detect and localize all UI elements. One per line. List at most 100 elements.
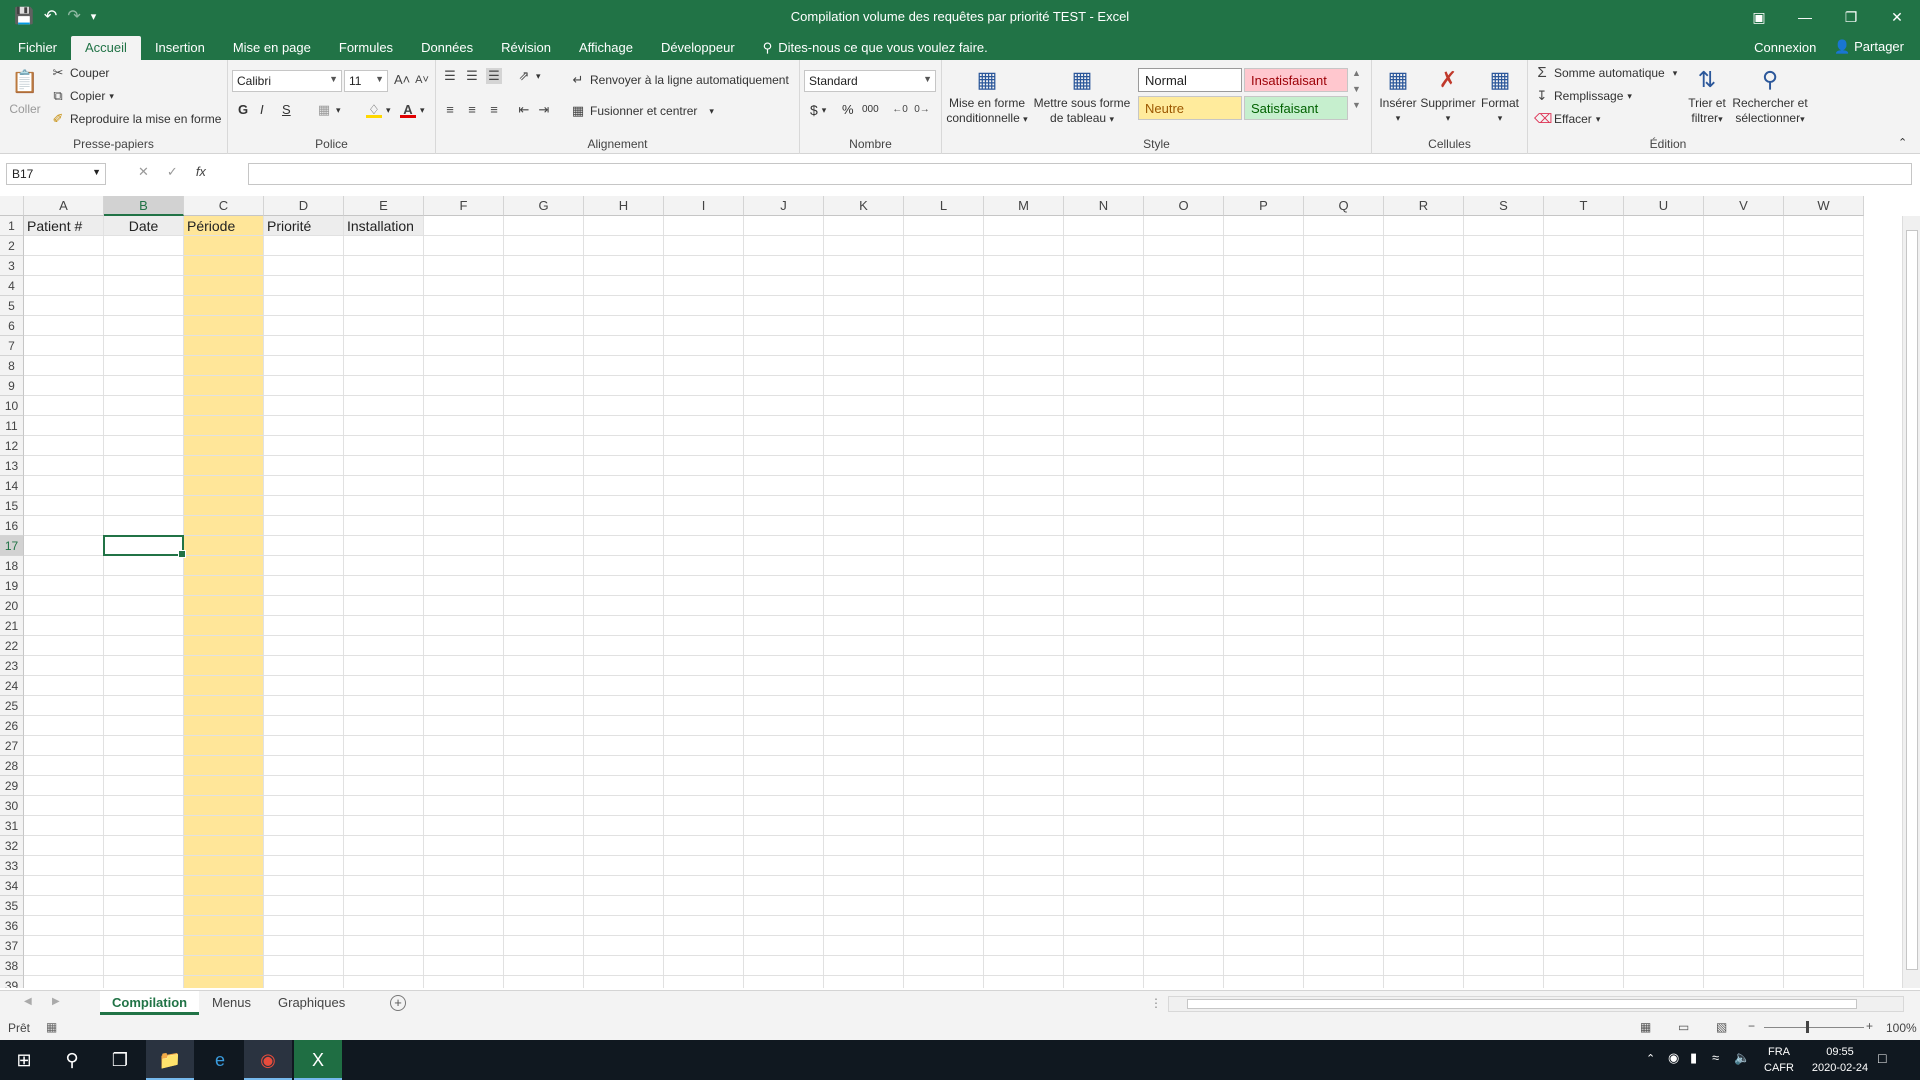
cell[interactable] [504, 536, 584, 556]
battery-icon[interactable]: ▮ [1690, 1050, 1697, 1066]
cell[interactable] [1144, 616, 1224, 636]
cell[interactable] [1624, 236, 1704, 256]
cell[interactable] [664, 776, 744, 796]
cell[interactable] [504, 236, 584, 256]
cell[interactable] [1304, 836, 1384, 856]
cell[interactable] [904, 856, 984, 876]
cell[interactable] [1224, 796, 1304, 816]
cell[interactable] [744, 416, 824, 436]
cell[interactable] [24, 936, 104, 956]
cell[interactable] [1784, 456, 1864, 476]
cell[interactable] [1224, 276, 1304, 296]
cell[interactable] [664, 456, 744, 476]
chevron-up-icon[interactable]: ▲ [1352, 68, 1361, 78]
column-header[interactable]: I [664, 196, 744, 216]
cell[interactable] [664, 976, 744, 988]
cell[interactable] [904, 276, 984, 296]
sheet-tab-compilation[interactable]: Compilation [100, 991, 200, 1015]
cell[interactable] [1464, 336, 1544, 356]
cell[interactable] [1144, 496, 1224, 516]
cell[interactable] [1784, 516, 1864, 536]
cell[interactable] [744, 776, 824, 796]
cell[interactable] [1384, 616, 1464, 636]
cell[interactable] [1544, 236, 1624, 256]
column-header[interactable]: F [424, 196, 504, 216]
cell[interactable] [1784, 716, 1864, 736]
cell[interactable] [1224, 936, 1304, 956]
cell[interactable] [984, 936, 1064, 956]
cell[interactable] [424, 776, 504, 796]
cell[interactable] [584, 936, 664, 956]
row-header[interactable]: 6 [0, 316, 24, 336]
cell[interactable] [424, 796, 504, 816]
cell[interactable] [984, 376, 1064, 396]
cell[interactable] [184, 596, 264, 616]
cell[interactable] [424, 476, 504, 496]
cell[interactable] [504, 416, 584, 436]
minimize-icon[interactable]: — [1782, 0, 1828, 34]
cell[interactable] [1544, 216, 1624, 236]
cell[interactable] [904, 896, 984, 916]
column-header[interactable]: H [584, 196, 664, 216]
cell[interactable] [1784, 216, 1864, 236]
cell[interactable] [344, 776, 424, 796]
cell[interactable] [904, 836, 984, 856]
cell[interactable] [824, 316, 904, 336]
chrome-icon[interactable]: ◉ [244, 1040, 292, 1080]
cell[interactable] [1304, 696, 1384, 716]
cell[interactable] [984, 916, 1064, 936]
cell[interactable] [1304, 796, 1384, 816]
cell[interactable] [584, 336, 664, 356]
cell[interactable] [344, 736, 424, 756]
cell[interactable] [1624, 756, 1704, 776]
cell[interactable] [264, 756, 344, 776]
cell[interactable] [1784, 856, 1864, 876]
cell[interactable] [1704, 496, 1784, 516]
cell[interactable] [584, 296, 664, 316]
cell[interactable] [664, 236, 744, 256]
cell[interactable] [1464, 916, 1544, 936]
cell[interactable] [744, 596, 824, 616]
close-icon[interactable]: ✕ [1874, 0, 1920, 34]
cell[interactable] [504, 656, 584, 676]
cell[interactable] [1384, 556, 1464, 576]
cell[interactable] [664, 336, 744, 356]
cell[interactable] [1704, 896, 1784, 916]
cell[interactable] [584, 716, 664, 736]
cell[interactable] [904, 256, 984, 276]
cell[interactable] [1704, 416, 1784, 436]
cell[interactable] [1224, 816, 1304, 836]
cell[interactable] [1384, 956, 1464, 976]
zoom-out-icon[interactable]: − [1748, 1019, 1755, 1033]
cell[interactable] [1384, 536, 1464, 556]
column-header[interactable]: D [264, 196, 344, 216]
active-cell-selection[interactable] [103, 535, 186, 558]
cell[interactable] [344, 236, 424, 256]
chevron-up-icon[interactable]: ⌃ [1646, 1052, 1655, 1065]
cell[interactable] [424, 536, 504, 556]
row-header[interactable]: 10 [0, 396, 24, 416]
cell[interactable] [984, 316, 1064, 336]
cell[interactable] [824, 936, 904, 956]
cell[interactable] [1544, 376, 1624, 396]
column-header[interactable]: N [1064, 196, 1144, 216]
cell[interactable] [424, 576, 504, 596]
cell[interactable] [1304, 636, 1384, 656]
cell[interactable] [504, 596, 584, 616]
cell[interactable] [744, 216, 824, 236]
cell[interactable] [264, 796, 344, 816]
cell[interactable] [424, 516, 504, 536]
cell[interactable] [24, 716, 104, 736]
cell[interactable] [824, 336, 904, 356]
cell[interactable] [1464, 756, 1544, 776]
cell[interactable] [664, 436, 744, 456]
paste-button[interactable]: 📋 Coller [8, 66, 42, 130]
cell[interactable] [264, 676, 344, 696]
align-left-button[interactable]: ≡ [442, 102, 458, 118]
cell[interactable] [344, 356, 424, 376]
cell[interactable] [584, 496, 664, 516]
grow-font-button[interactable]: A˄ [394, 72, 410, 88]
cell[interactable] [1304, 596, 1384, 616]
cell[interactable] [824, 456, 904, 476]
cell[interactable] [24, 236, 104, 256]
